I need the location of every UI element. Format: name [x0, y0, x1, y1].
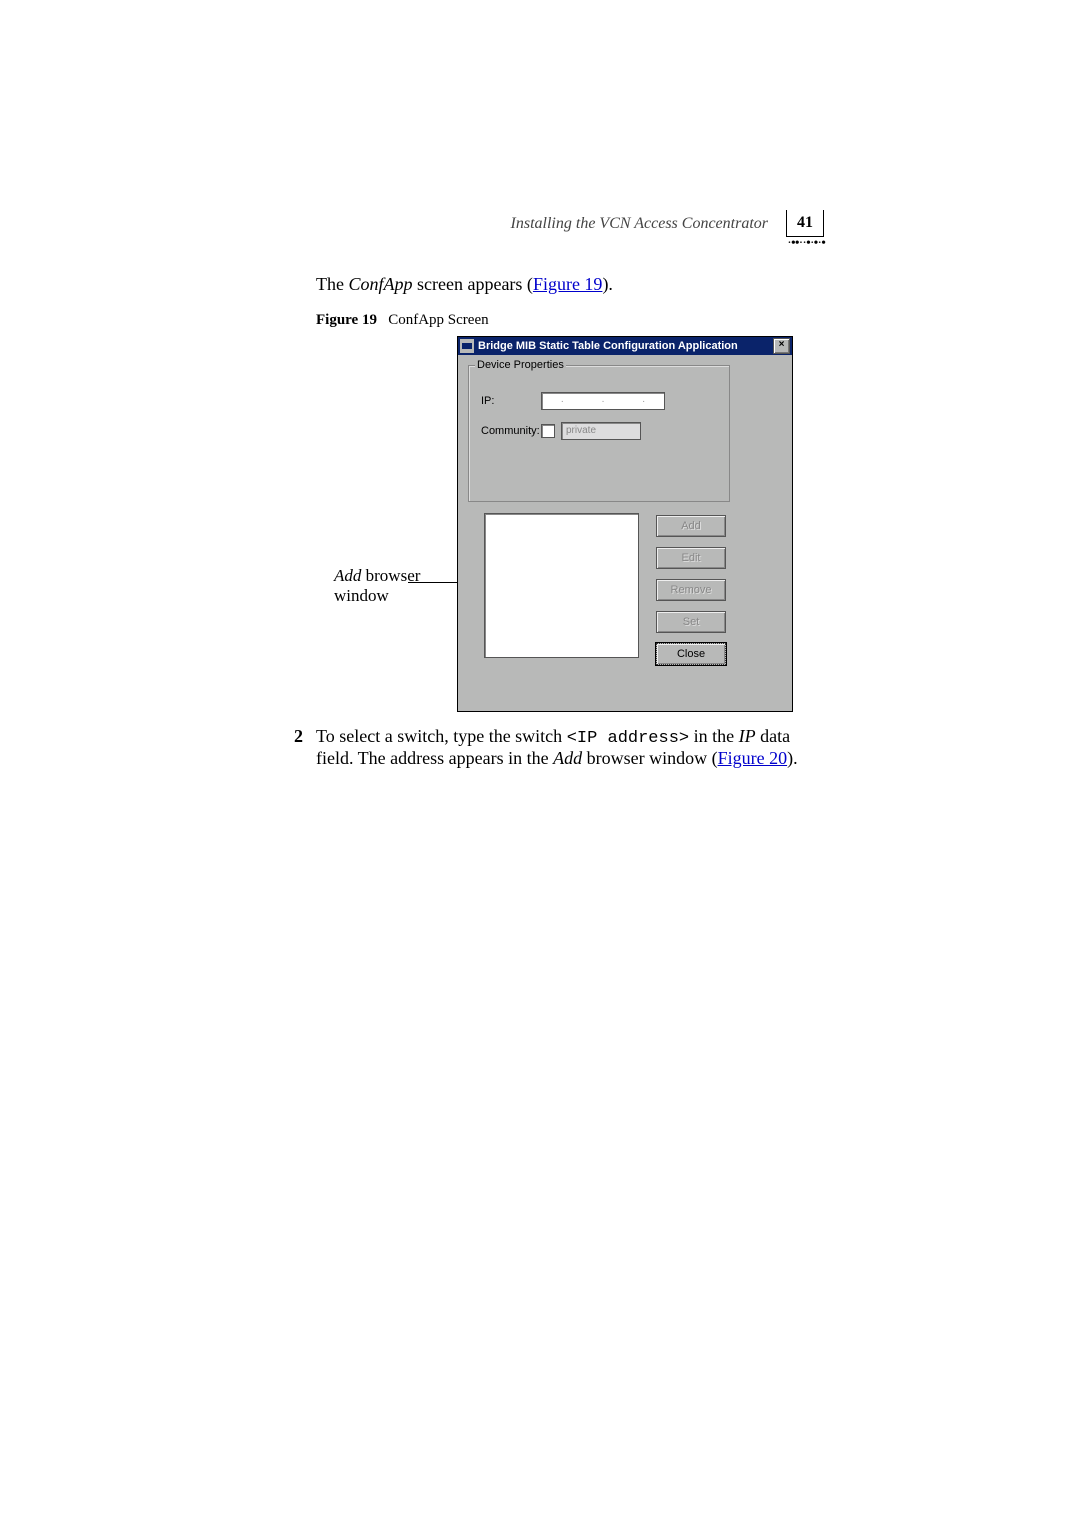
ip-italic: IP [739, 726, 756, 746]
page-number: 41 [797, 214, 813, 231]
close-icon[interactable]: × [773, 338, 790, 354]
step-number: 2 [294, 726, 316, 769]
add-button[interactable]: Add [656, 515, 726, 537]
set-button[interactable]: Set [656, 611, 726, 633]
button-stack: Add Edit Remove Set Close [656, 515, 726, 675]
intro-appname: ConfApp [348, 274, 412, 294]
intro-middle: screen appears ( [413, 274, 533, 294]
ip-dot: · [642, 396, 645, 407]
groupbox-label: Device Properties [475, 359, 566, 371]
page-header: Installing the VCN Access Concentrator 4… [511, 210, 824, 237]
running-title: Installing the VCN Access Concentrator [511, 215, 768, 233]
annotation-italic: Add [334, 566, 361, 585]
figure-20-link[interactable]: Figure 20 [718, 748, 788, 768]
intro-paragraph: The ConfApp screen appears (Figure 19). [316, 274, 826, 295]
community-row: Community: private [481, 422, 641, 440]
header-decoration: ·••··•·•·• [787, 236, 825, 252]
intro-suffix: ). [602, 274, 613, 294]
step-text: To select a switch, type the switch <IP … [316, 726, 824, 769]
app-icon [460, 339, 474, 353]
titlebar[interactable]: Bridge MIB Static Table Configuration Ap… [458, 337, 792, 355]
figure-label: Figure 19 [316, 312, 377, 328]
figure-caption: Figure 19 ConfApp Screen [316, 312, 489, 329]
ip-input[interactable]: · · · [541, 392, 665, 410]
ip-dot: · [601, 396, 604, 407]
intro-prefix: The [316, 274, 348, 294]
edit-button[interactable]: Edit [656, 547, 726, 569]
ip-row: IP: · · · [481, 392, 665, 410]
device-properties-group: Device Properties IP: · · · Community: p… [468, 365, 730, 502]
community-label: Community: [481, 425, 541, 437]
community-input[interactable]: private [561, 422, 641, 440]
ip-label: IP: [481, 395, 541, 407]
confapp-dialog: Bridge MIB Static Table Configuration Ap… [457, 336, 793, 712]
step-text-5: ). [787, 748, 798, 768]
figure-title: ConfApp Screen [388, 312, 488, 328]
remove-button[interactable]: Remove [656, 579, 726, 601]
step-text-4: browser window ( [582, 748, 717, 768]
window-title: Bridge MIB Static Table Configuration Ap… [478, 340, 773, 352]
add-italic: Add [553, 748, 582, 768]
step-text-2: in the [689, 726, 739, 746]
step-2: 2 To select a switch, type the switch <I… [294, 726, 824, 769]
ip-address-code: <IP address> [567, 729, 689, 748]
close-button[interactable]: Close [656, 643, 726, 665]
community-checkbox[interactable] [541, 424, 555, 438]
figure-19-link[interactable]: Figure 19 [533, 274, 603, 294]
add-browser-listbox[interactable] [484, 513, 639, 658]
ip-dot: · [561, 396, 564, 407]
step-text-1: To select a switch, type the switch [316, 726, 567, 746]
page-number-box: 41 [786, 210, 824, 237]
